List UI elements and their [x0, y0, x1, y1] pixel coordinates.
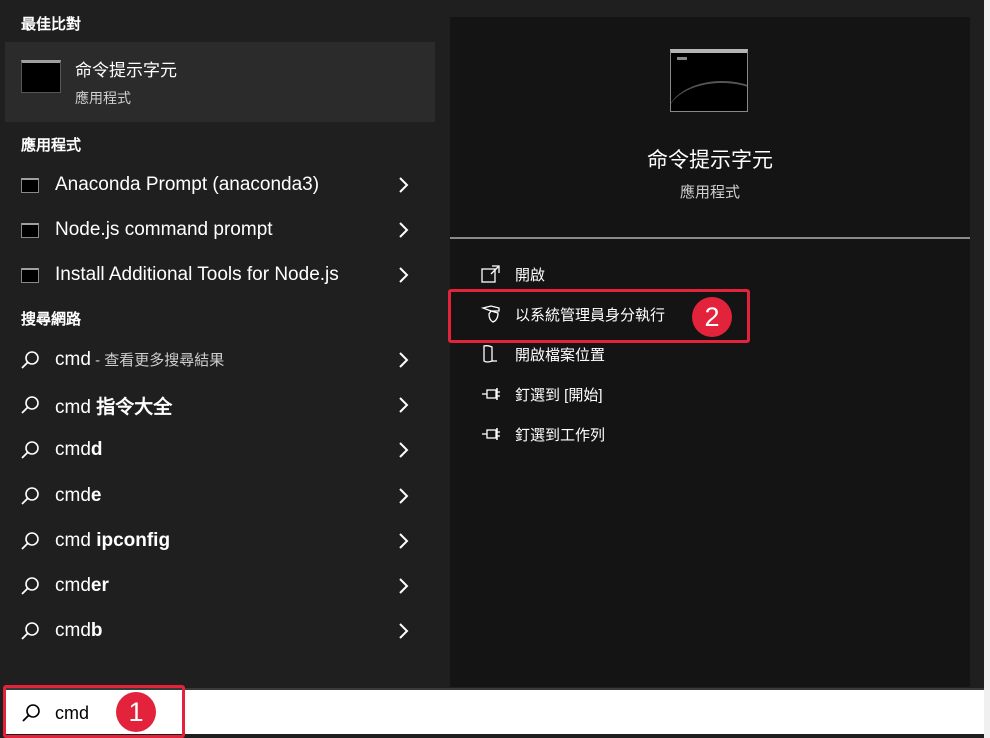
app-icon — [21, 222, 39, 238]
app-result-label: Anaconda Prompt (anaconda3) — [55, 174, 320, 195]
results-panel: 最佳比對 命令提示字元 應用程式 應用程式 Anaconda Prompt (a… — [5, 0, 435, 687]
query-suffix: e — [90, 484, 102, 506]
query-prefix: cmd — [55, 620, 91, 642]
step-badge-1: 1 — [116, 692, 156, 732]
query-prefix: cmd — [55, 439, 91, 461]
query-suffix: d — [90, 439, 103, 461]
apps-heading: 應用程式 — [21, 137, 82, 154]
action-label: 釘選到 [開始] — [515, 386, 603, 404]
query-prefix: cmd — [55, 529, 97, 551]
action-label: 開啟檔案位置 — [515, 346, 606, 364]
query-prefix: cmd — [55, 484, 91, 506]
chevron-right-icon[interactable] — [395, 576, 411, 596]
web-search-label: cmd 指令大全 — [55, 392, 172, 419]
divider — [450, 237, 970, 239]
web-search-item[interactable]: cmdb — [5, 609, 435, 653]
folder-icon — [480, 343, 502, 365]
pin-icon — [480, 383, 502, 405]
search-icon — [19, 575, 41, 597]
action-label: 開啟 — [515, 266, 546, 284]
chevron-right-icon[interactable] — [395, 395, 411, 415]
preview-title: 命令提示字元 — [647, 149, 773, 172]
web-search-label: cmd - 查看更多搜尋結果 — [55, 349, 224, 371]
app-result-item[interactable]: Install Additional Tools for Node.js — [5, 253, 435, 297]
search-icon — [19, 620, 41, 642]
app-icon — [21, 267, 39, 283]
action-label: 釘選到工作列 — [515, 426, 606, 444]
highlight-search-input — [3, 685, 185, 738]
app-result-item[interactable]: Node.js command prompt — [5, 208, 435, 252]
open-icon — [480, 263, 502, 285]
search-icon — [19, 485, 41, 507]
chevron-right-icon[interactable] — [395, 486, 411, 506]
web-search-item[interactable]: cmd 指令大全 — [5, 383, 435, 427]
web-search-heading: 搜尋網路 — [21, 311, 82, 328]
best-match-heading: 最佳比對 — [21, 16, 82, 33]
command-prompt-icon — [21, 60, 61, 93]
web-search-item[interactable]: cmd - 查看更多搜尋結果 — [5, 338, 435, 382]
query-suffix: - 查看更多搜尋結果 — [90, 352, 225, 369]
web-search-item[interactable]: cmde — [5, 474, 435, 518]
search-icon — [19, 394, 41, 416]
web-search-item[interactable]: cmder — [5, 564, 435, 608]
step-badge-2: 2 — [692, 297, 732, 337]
web-search-item[interactable]: cmdd — [5, 428, 435, 472]
web-search-label: cmde — [55, 485, 101, 507]
preview-panel: 命令提示字元 應用程式 開啟 以系統管理員身分執行 開啟檔案位置 釘選到 [開始] 釘選… — [450, 17, 970, 687]
chevron-right-icon[interactable] — [395, 440, 411, 460]
chevron-right-icon[interactable] — [395, 265, 411, 285]
chevron-right-icon[interactable] — [395, 531, 411, 551]
search-icon — [19, 439, 41, 461]
chevron-right-icon[interactable] — [395, 175, 411, 195]
window-edge — [984, 0, 990, 738]
chevron-right-icon[interactable] — [395, 621, 411, 641]
web-search-label: cmd ipconfig — [55, 530, 170, 552]
app-result-label: Node.js command prompt — [55, 219, 273, 240]
search-icon — [19, 349, 41, 371]
best-match-name: 命令提示字元 — [75, 61, 177, 80]
web-search-item[interactable]: cmd ipconfig — [5, 519, 435, 563]
web-search-label: cmdd — [55, 439, 103, 461]
query-prefix: cmd — [55, 575, 91, 596]
best-match-item[interactable]: 命令提示字元 應用程式 — [5, 42, 435, 122]
command-prompt-large-icon — [670, 49, 748, 112]
query-suffix: b — [90, 620, 103, 642]
query-suffix: ipconfig — [96, 529, 171, 551]
best-match-type: 應用程式 — [75, 90, 131, 106]
chevron-right-icon[interactable] — [395, 350, 411, 370]
query-suffix: er — [90, 575, 109, 596]
pin-icon — [480, 423, 502, 445]
query-prefix: cmd — [55, 396, 97, 418]
web-search-label: cmder — [55, 575, 109, 597]
app-result-label: Install Additional Tools for Node.js — [55, 264, 339, 285]
chevron-right-icon[interactable] — [395, 220, 411, 240]
search-icon — [19, 530, 41, 552]
preview-subtitle: 應用程式 — [679, 184, 740, 201]
web-search-label: cmdb — [55, 620, 103, 642]
query-suffix: 指令大全 — [96, 396, 173, 418]
app-result-item[interactable]: Anaconda Prompt (anaconda3) — [5, 163, 435, 207]
query-prefix: cmd — [55, 349, 91, 370]
app-icon — [21, 177, 39, 193]
